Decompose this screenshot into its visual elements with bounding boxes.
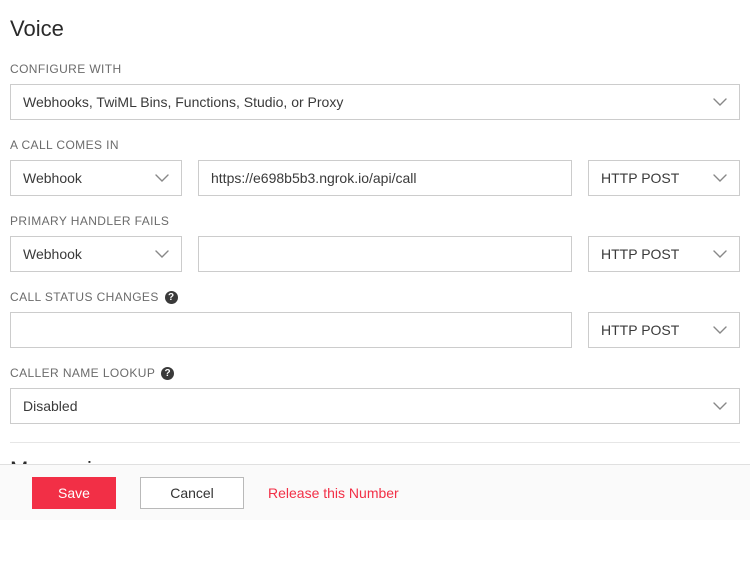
primary-fails-label: PRIMARY HANDLER FAILS (10, 214, 740, 228)
call-comes-in-method-select[interactable]: HTTP POST (588, 160, 740, 196)
caller-lookup-field: CALLER NAME LOOKUP ? Disabled (10, 366, 740, 424)
divider (10, 442, 740, 443)
chevron-down-icon (155, 174, 169, 182)
call-comes-in-type-value: Webhook (23, 170, 82, 186)
help-icon[interactable]: ? (165, 291, 178, 304)
call-comes-in-url-input[interactable] (198, 160, 572, 196)
call-status-field: CALL STATUS CHANGES ? HTTP POST (10, 290, 740, 348)
chevron-down-icon (713, 326, 727, 334)
voice-section-title: Voice (10, 16, 740, 42)
call-comes-in-label: A CALL COMES IN (10, 138, 740, 152)
primary-fails-field: PRIMARY HANDLER FAILS Webhook HTTP POST (10, 214, 740, 272)
action-bar: Save Cancel Release this Number (0, 464, 750, 520)
chevron-down-icon (713, 250, 727, 258)
caller-lookup-value: Disabled (23, 398, 77, 414)
primary-fails-method-select[interactable]: HTTP POST (588, 236, 740, 272)
help-icon[interactable]: ? (161, 367, 174, 380)
primary-fails-method-value: HTTP POST (601, 246, 679, 262)
save-button[interactable]: Save (32, 477, 116, 509)
call-comes-in-method-value: HTTP POST (601, 170, 679, 186)
chevron-down-icon (713, 98, 727, 106)
caller-lookup-select[interactable]: Disabled (10, 388, 740, 424)
chevron-down-icon (713, 174, 727, 182)
configure-with-label: CONFIGURE WITH (10, 62, 740, 76)
primary-fails-type-select[interactable]: Webhook (10, 236, 182, 272)
configure-with-select[interactable]: Webhooks, TwiML Bins, Functions, Studio,… (10, 84, 740, 120)
call-status-method-value: HTTP POST (601, 322, 679, 338)
call-comes-in-type-select[interactable]: Webhook (10, 160, 182, 196)
configure-with-field: CONFIGURE WITH Webhooks, TwiML Bins, Fun… (10, 62, 740, 120)
primary-fails-type-value: Webhook (23, 246, 82, 262)
chevron-down-icon (155, 250, 169, 258)
primary-fails-url-input[interactable] (198, 236, 572, 272)
configure-with-value: Webhooks, TwiML Bins, Functions, Studio,… (23, 94, 343, 110)
call-status-method-select[interactable]: HTTP POST (588, 312, 740, 348)
caller-lookup-label: CALLER NAME LOOKUP (10, 366, 155, 380)
call-status-url-input[interactable] (10, 312, 572, 348)
cancel-button[interactable]: Cancel (140, 477, 244, 509)
chevron-down-icon (713, 402, 727, 410)
call-status-label: CALL STATUS CHANGES (10, 290, 159, 304)
call-comes-in-field: A CALL COMES IN Webhook HTTP POST (10, 138, 740, 196)
release-number-link[interactable]: Release this Number (268, 485, 399, 501)
